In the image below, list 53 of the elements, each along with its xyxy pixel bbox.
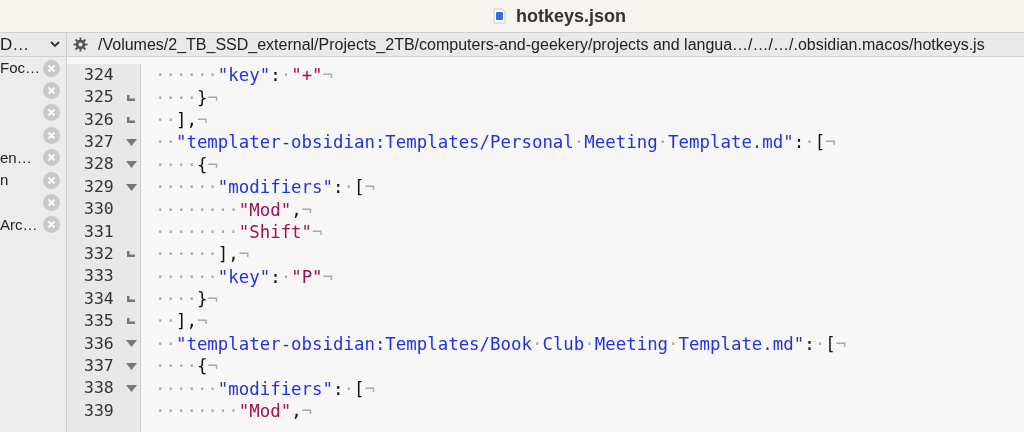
- code-line: ··],¬: [155, 310, 208, 333]
- json-file-icon: [493, 8, 506, 24]
- line-number: 337: [84, 354, 115, 377]
- code-line: ··],¬: [155, 108, 208, 131]
- fold-triangle-icon[interactable]: [126, 183, 137, 191]
- tab-label[interactable]: en…: [0, 146, 32, 169]
- code-line: ······],¬: [155, 243, 250, 266]
- code-line: ····{¬: [155, 153, 218, 176]
- fold-triangle-icon[interactable]: [126, 362, 137, 370]
- code-line: ··"templater-obsidian:Templates/Personal·Meeting·Template.md":·[¬: [155, 131, 836, 154]
- tab-label[interactable]: Arc…: [0, 213, 38, 237]
- line-number: 339: [84, 399, 115, 422]
- tab-label[interactable]: n: [0, 168, 9, 192]
- line-number: 329: [84, 175, 115, 198]
- fold-triangle-icon[interactable]: [126, 161, 137, 169]
- sidebar-header: D…: [0, 33, 30, 56]
- tab-label[interactable]: Foc…: [0, 57, 40, 80]
- line-number: 333: [84, 265, 115, 288]
- line-number: 328: [84, 153, 115, 176]
- line-number: 324: [84, 63, 115, 86]
- settings-icon[interactable]: [73, 37, 88, 52]
- line-number: 326: [84, 108, 115, 131]
- code-line: ········"Shift"¬: [155, 220, 323, 243]
- code-line: ······"key":·"+"¬: [155, 64, 334, 87]
- code-line: ········"Mod",¬: [155, 198, 313, 221]
- code-line: ····}¬: [155, 288, 218, 311]
- line-number: 332: [84, 242, 115, 265]
- fold-end-icon: [127, 296, 135, 303]
- code-line: ······"key":·"P"¬: [155, 265, 334, 288]
- file-path: /Volumes/2_TB_SSD_external/Projects_2TB/computers-and-geekery/projects and langua…/…/…/.obsidian.macos/hotkeys.js: [98, 34, 985, 55]
- line-number: 336: [84, 332, 115, 355]
- line-number: 327: [84, 131, 115, 153]
- line-number: 331: [84, 220, 115, 243]
- fold-triangle-icon[interactable]: [126, 340, 137, 348]
- line-number: 330: [84, 198, 115, 221]
- line-number: 335: [84, 310, 115, 333]
- line-number: 325: [84, 86, 115, 109]
- code-line: ······"modifiers":·[¬: [155, 176, 375, 199]
- fold-end-icon: [127, 251, 135, 258]
- code-line: ······"modifiers":·[¬: [155, 377, 375, 400]
- fold-triangle-icon[interactable]: [126, 138, 137, 146]
- line-number: 338: [84, 377, 115, 400]
- fold-end-icon: [127, 318, 135, 325]
- fold-end-icon: [127, 94, 135, 101]
- fold-triangle-icon[interactable]: [126, 385, 137, 393]
- code-line: ··"templater-obsidian:Templates/Book·Club·Meeting·Template.md":·[¬: [155, 332, 847, 355]
- code-line: ········"Mod",¬: [155, 400, 313, 423]
- code-line: ····}¬: [155, 86, 218, 109]
- window-title: hotkeys.json: [516, 4, 626, 28]
- line-number: 334: [84, 287, 115, 310]
- chevron-down-icon[interactable]: [50, 41, 60, 48]
- code-line: ····{¬: [155, 355, 218, 378]
- fold-end-icon: [127, 116, 135, 123]
